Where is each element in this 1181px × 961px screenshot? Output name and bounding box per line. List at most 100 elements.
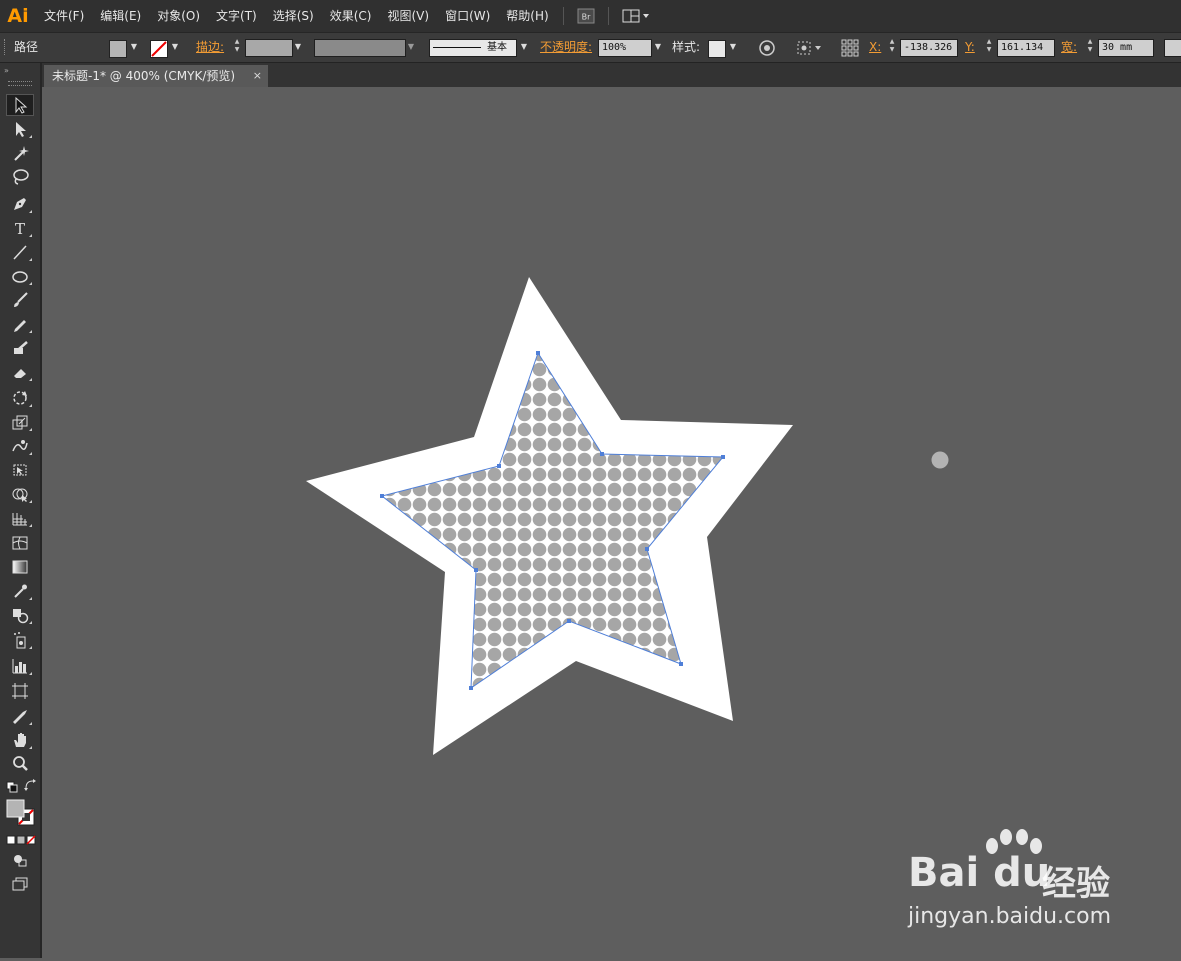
width-field[interactable]: 30 mm [1098,39,1154,57]
small-gray-circle[interactable] [931,451,949,469]
fill-stroke-swatches-icon [6,799,35,826]
ellipse-tool[interactable] [6,265,34,287]
width-spinner[interactable]: ▲ ▼ [1085,38,1095,56]
draw-mode-button[interactable] [6,849,34,871]
shape-builder-tool[interactable] [6,483,34,505]
variable-width-dropdown[interactable]: ▼ [405,38,417,56]
draw-mode-icon [14,855,27,867]
direct-selection-tool[interactable] [6,118,34,140]
fill-stroke-indicator[interactable] [6,799,36,829]
stroke-weight-spinner[interactable]: ▲ ▼ [232,38,242,56]
watermark-brand-cn: 经验 [1042,864,1110,904]
rotate-icon [13,391,27,405]
reference-point-button[interactable] [840,38,860,58]
column-graph-tool[interactable] [6,655,34,677]
direct-selection-arrow-icon [16,122,26,137]
magic-wand-icon [14,146,29,161]
type-tool[interactable]: T [6,217,34,239]
baidu-jingyan-watermark: Bai du 经验 jingyan.baidu.com [908,828,1148,938]
stroke-weight-label[interactable]: 描边: [196,37,224,57]
stroke-dropdown[interactable]: ▼ [169,38,181,56]
control-bar-grip[interactable] [4,39,8,55]
screen-mode-icon [12,877,28,891]
screen-mode-button[interactable] [6,873,34,895]
slice-knife-icon [13,710,27,724]
default-fill-stroke-button[interactable] [6,781,18,793]
bridge-button[interactable]: Br [576,7,596,25]
mesh-tool[interactable] [6,532,34,554]
graphic-style-swatch[interactable] [708,40,726,58]
menu-divider [562,7,564,25]
isolate-object-button[interactable] [796,39,824,57]
x-spinner[interactable]: ▲ ▼ [887,38,897,56]
shape-builder-icon [12,488,28,502]
stroke-weight-field[interactable] [245,39,293,57]
default-colors-icon [6,781,18,793]
menu-select[interactable]: 选择(S) [265,0,322,32]
perspective-grid-tool[interactable] [6,507,34,529]
zoom-tool[interactable] [6,753,34,775]
pencil-tool[interactable] [6,313,34,335]
workspace-switcher-button[interactable] [621,7,653,25]
menu-object[interactable]: 对象(O) [149,0,208,32]
y-field[interactable]: 161.134 [997,39,1055,57]
blob-brush-tool[interactable] [6,337,34,359]
warp-icon [12,440,28,452]
document-tab[interactable]: 未标题-1* @ 400% (CMYK/预览) × [44,65,268,87]
opacity-label[interactable]: 不透明度: [540,37,592,57]
lasso-tool[interactable] [6,166,34,188]
warp-tool[interactable] [6,435,34,457]
y-spinner[interactable]: ▲ ▼ [984,38,994,56]
stroke-swatch[interactable] [150,40,168,58]
opacity-field[interactable]: 100% [598,39,652,57]
x-field[interactable]: -138.326 [900,39,958,57]
menu-effect[interactable]: 效果(C) [322,0,380,32]
stroke-weight-dropdown[interactable]: ▼ [292,38,304,56]
line-segment-tool[interactable] [6,241,34,263]
free-transform-tool[interactable] [6,459,34,481]
panel-collapse-icon[interactable]: » [4,67,9,75]
color-mode-buttons[interactable] [6,834,36,845]
slice-tool[interactable] [6,705,34,727]
selection-arrow-icon [15,96,28,114]
close-icon[interactable]: × [253,65,262,87]
opacity-dropdown[interactable]: ▼ [652,38,664,56]
hand-tool[interactable] [6,729,34,751]
gradient-tool[interactable] [6,556,34,578]
menu-type[interactable]: 文字(T) [208,0,265,32]
fill-dropdown[interactable]: ▼ [128,38,140,56]
menu-view[interactable]: 视图(V) [379,0,437,32]
selection-tool[interactable] [6,94,34,116]
blend-icon [13,609,29,624]
fill-swatch[interactable] [109,40,127,58]
paintbrush-tool[interactable] [6,289,34,311]
swap-fill-stroke-button[interactable] [24,779,36,791]
object-type-label: 路径 [14,40,39,54]
panel-grip[interactable] [8,81,32,86]
control-bar: 路径 ▼ ▼ 描边: ▲ ▼ ▼ ▼ 基本 ▼ 不透明度: 100% ▼ 样式: … [0,33,1181,63]
menu-edit[interactable]: 编辑(E) [92,0,149,32]
brush-definition-dropdown[interactable]: ▼ [518,38,530,56]
pen-tool[interactable] [6,193,34,215]
variable-width-profile[interactable] [314,39,406,57]
brush-definition-field[interactable]: 基本 [429,39,517,57]
magic-wand-tool[interactable] [6,142,34,164]
menu-file[interactable]: 文件(F) [36,0,92,32]
app-logo: Ai [7,5,29,27]
mesh-icon [12,536,28,550]
eraser-tool[interactable] [6,361,34,383]
symbol-sprayer-tool[interactable] [6,629,34,651]
eyedropper-tool[interactable] [6,580,34,602]
artboard-tool[interactable] [6,680,34,702]
menu-help[interactable]: 帮助(H) [498,0,556,32]
recolor-artwork-button[interactable] [758,39,776,57]
rotate-tool[interactable] [6,387,34,409]
scale-tool[interactable] [6,411,34,433]
graphic-style-dropdown[interactable]: ▼ [727,38,739,56]
menu-window[interactable]: 窗口(W) [437,0,498,32]
x-label[interactable]: X: [869,37,881,57]
height-field[interactable] [1164,39,1181,57]
blend-tool[interactable] [6,604,34,626]
y-label[interactable]: Y: [965,37,975,57]
width-label[interactable]: 宽: [1061,37,1077,57]
